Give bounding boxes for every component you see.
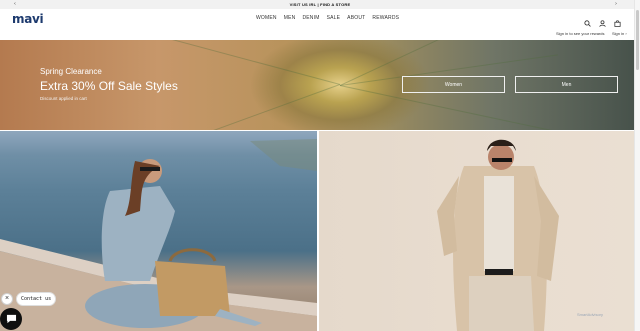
nav-rewards[interactable]: REWARDS xyxy=(372,15,399,21)
brand-logo[interactable]: mavi xyxy=(12,12,44,26)
nav-men[interactable]: MEN xyxy=(284,15,296,21)
hero-headline: Extra 30% Off Sale Styles xyxy=(40,79,178,93)
signin-link[interactable]: Sign in › xyxy=(612,31,627,36)
shop-men-button[interactable]: Men xyxy=(515,76,618,93)
watermark: SmartAdvisory xyxy=(577,312,604,317)
header-icons xyxy=(584,14,621,27)
announcement-prev-arrow-icon[interactable]: ‹ xyxy=(10,0,20,9)
nav-denim[interactable]: DENIM xyxy=(302,15,319,21)
men-lifestyle-photo[interactable] xyxy=(319,131,634,331)
announcement-text[interactable]: VISIT US IRL | FIND A STORE xyxy=(290,2,351,7)
site-header: mavi WOMEN MEN DENIM SALE ABOUT REWARDS … xyxy=(0,9,634,39)
hero-banner: Spring Clearance Extra 30% Off Sale Styl… xyxy=(0,40,634,130)
nav-about[interactable]: ABOUT xyxy=(347,15,365,21)
contact-us-label[interactable]: Contact us xyxy=(16,292,57,306)
rewards-signin-link[interactable]: Sign in to see your rewards xyxy=(556,31,604,36)
shop-women-button[interactable]: Women xyxy=(402,76,505,93)
chat-bubble-icon xyxy=(6,314,16,324)
scrollbar-thumb[interactable] xyxy=(636,10,639,70)
announcement-bar: ‹ VISIT US IRL | FIND A STORE › xyxy=(0,0,640,9)
search-icon[interactable] xyxy=(584,14,591,27)
nav-women[interactable]: WOMEN xyxy=(256,15,277,21)
bag-icon[interactable] xyxy=(614,14,621,27)
nav-sale[interactable]: SALE xyxy=(327,15,341,21)
hero-subtext: Discount applied in cart xyxy=(40,96,87,101)
announcement-next-arrow-icon[interactable]: › xyxy=(611,0,621,9)
hero-eyebrow: Spring Clearance xyxy=(40,67,102,76)
main-nav: WOMEN MEN DENIM SALE ABOUT REWARDS xyxy=(256,15,399,21)
account-icon[interactable] xyxy=(599,14,606,27)
scrollbar[interactable] xyxy=(634,0,640,331)
chat-button[interactable] xyxy=(0,308,22,330)
chat-close-icon[interactable]: × xyxy=(1,293,13,305)
